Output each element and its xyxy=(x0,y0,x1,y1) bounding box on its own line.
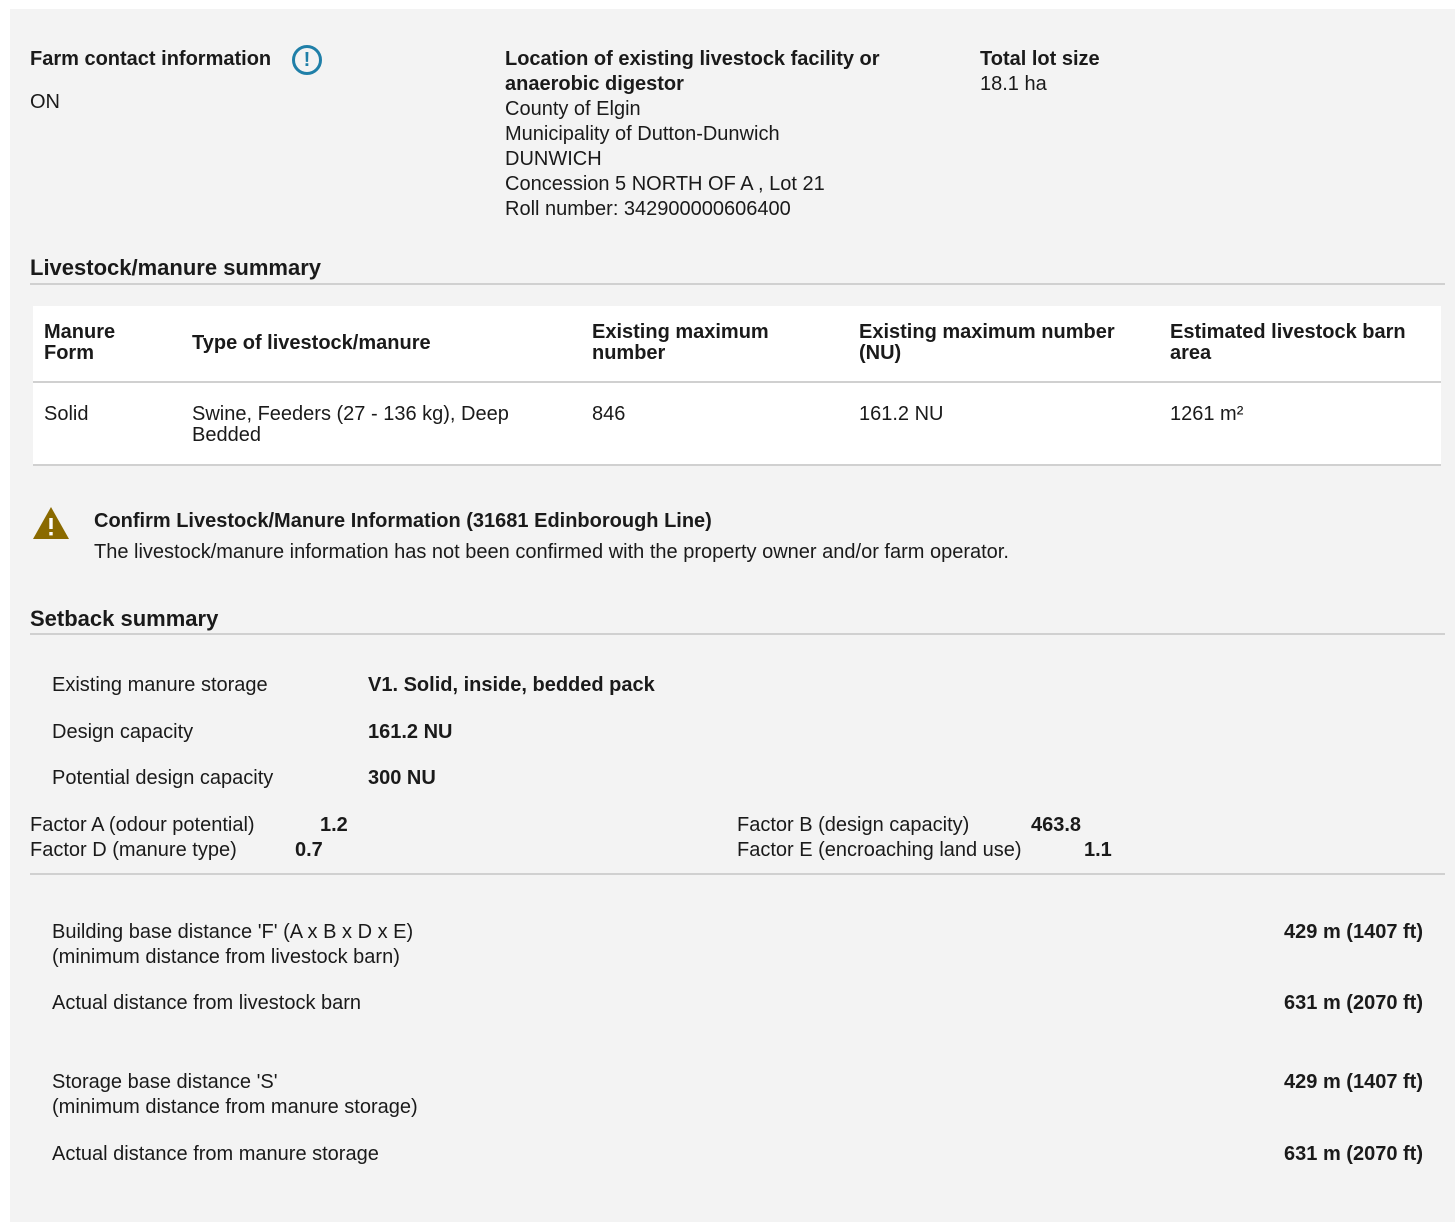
location-municipality: Municipality of Dutton-Dunwich xyxy=(505,123,780,145)
cell-existing-max: 846 xyxy=(592,403,626,425)
actual-barn-distance-label: Actual distance from livestock barn xyxy=(52,992,362,1014)
factor-d-value-wrap: 0.7 xyxy=(295,838,323,863)
header-existing-max-l1: Existing maximum xyxy=(592,321,769,343)
factor-a-value-wrap: 1.2 xyxy=(320,813,348,838)
factor-d: Factor D (manure type) xyxy=(30,838,237,863)
location-roll-number: Roll number: 342900000606400 xyxy=(505,198,791,220)
warning-message: The livestock/manure information has not… xyxy=(94,541,1009,563)
header-manure-form: Manure Form xyxy=(44,322,115,364)
cell-type-l1: Swine, Feeders (27 - 136 kg), Deep xyxy=(192,403,509,425)
header-existing-max-nu-l2: (NU) xyxy=(859,342,902,364)
livestock-summary-title: Livestock/manure summary xyxy=(30,255,322,280)
manure-storage-value: V1. Solid, inside, bedded pack xyxy=(368,674,655,696)
factor-b-label: Factor B (design capacity) xyxy=(737,814,970,836)
header-barn-area-l2: area xyxy=(1170,342,1212,364)
cell-manure-form: Solid xyxy=(44,403,89,425)
factors-divider xyxy=(30,873,1445,875)
cell-type: Swine, Feeders (27 - 136 kg), Deep Bedde… xyxy=(192,404,509,446)
factor-e: Factor E (encroaching land use) xyxy=(737,838,1022,863)
section-divider xyxy=(30,283,1445,285)
factor-b-value: 463.8 xyxy=(1031,814,1082,836)
actual-storage-distance-label: Actual distance from manure storage xyxy=(52,1143,379,1165)
potential-capacity-value: 300 NU xyxy=(368,767,436,789)
storage-base-distance-l1: Storage base distance 'S' xyxy=(52,1071,278,1093)
header-barn-area: Estimated livestock barn area xyxy=(1170,322,1406,364)
design-capacity-value: 161.2 NU xyxy=(368,721,453,743)
farm-contact-label: Farm contact information xyxy=(30,48,272,70)
header-existing-max-nu-l1: Existing maximum number xyxy=(859,321,1115,343)
lot-size-value: 18.1 ha xyxy=(980,73,1047,95)
factor-e-value: 1.1 xyxy=(1084,839,1112,861)
location-county: County of Elgin xyxy=(505,98,641,120)
cell-barn-area: 1261 m² xyxy=(1170,403,1244,425)
info-icon[interactable]: ! xyxy=(292,45,322,75)
table-header-divider xyxy=(33,381,1441,383)
potential-capacity-label: Potential design capacity xyxy=(52,767,274,789)
warning-triangle-icon xyxy=(33,507,69,539)
header-existing-max-l2: number xyxy=(592,342,666,364)
location-label-line2: anaerobic digestor xyxy=(505,73,684,95)
location-label-line1: Location of existing livestock facility … xyxy=(505,48,880,70)
factor-a-value: 1.2 xyxy=(320,814,348,836)
cell-existing-max-nu: 161.2 NU xyxy=(859,403,944,425)
factor-b-value-wrap: 463.8 xyxy=(1031,813,1081,838)
farm-contact-province: ON xyxy=(30,91,60,113)
building-base-distance-l1: Building base distance 'F' (A x B x D x … xyxy=(52,921,414,943)
header-type: Type of livestock/manure xyxy=(192,332,431,354)
location-township: DUNWICH xyxy=(505,148,602,170)
actual-storage-distance-value: 631 m (2070 ft) xyxy=(1284,1143,1423,1165)
setback-summary-title: Setback summary xyxy=(30,606,219,631)
storage-base-distance-value: 429 m (1407 ft) xyxy=(1284,1071,1423,1093)
location-block: Location of existing livestock facility … xyxy=(505,47,880,222)
header-existing-max-nu: Existing maximum number (NU) xyxy=(859,322,1115,364)
livestock-table: Manure Form Type of livestock/manure Exi… xyxy=(33,306,1441,466)
factor-a: Factor A (odour potential) xyxy=(30,813,255,838)
building-base-distance-l2: (minimum distance from livestock barn) xyxy=(52,946,400,968)
header-manure-form-l2: Form xyxy=(44,342,94,364)
factor-e-label: Factor E (encroaching land use) xyxy=(737,839,1022,861)
factor-e-value-wrap: 1.1 xyxy=(1084,838,1112,863)
lot-size-label: Total lot size xyxy=(980,48,1100,70)
actual-barn-distance-value: 631 m (2070 ft) xyxy=(1284,992,1423,1014)
factor-d-label: Factor D (manure type) xyxy=(30,839,237,861)
header-manure-form-l1: Manure xyxy=(44,321,116,343)
section-divider xyxy=(30,633,1445,635)
header-existing-max: Existing maximum number xyxy=(592,322,769,364)
manure-storage-label: Existing manure storage xyxy=(52,674,268,696)
factor-a-label: Factor A (odour potential) xyxy=(30,814,255,836)
lot-size-block: Total lot size 18.1 ha xyxy=(980,47,1100,97)
header-barn-area-l1: Estimated livestock barn xyxy=(1170,321,1406,343)
design-capacity-label: Design capacity xyxy=(52,721,194,743)
factor-d-value: 0.7 xyxy=(295,839,323,861)
storage-base-distance-l2: (minimum distance from manure storage) xyxy=(52,1096,418,1118)
cell-type-l2: Bedded xyxy=(192,424,261,446)
building-base-distance-label: Building base distance 'F' (A x B x D x … xyxy=(52,920,413,970)
factor-b: Factor B (design capacity) xyxy=(737,813,969,838)
warning-title: Confirm Livestock/Manure Information (31… xyxy=(94,510,712,532)
building-base-distance-value: 429 m (1407 ft) xyxy=(1284,921,1423,943)
location-concession: Concession 5 NORTH OF A , Lot 21 xyxy=(505,173,825,195)
storage-base-distance-label: Storage base distance 'S' (minimum dista… xyxy=(52,1070,418,1120)
